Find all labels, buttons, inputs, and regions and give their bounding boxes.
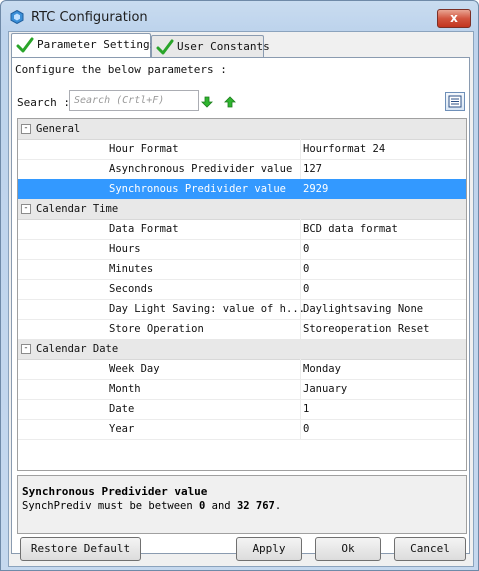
cancel-button[interactable]: Cancel <box>394 537 466 561</box>
group-name: Calendar Date <box>36 343 119 355</box>
property-value[interactable]: 1 <box>303 399 309 419</box>
parameter-settings-panel: Configure the below parameters : Search … <box>11 57 470 554</box>
property-row[interactable]: Hour Format Hourformat 24 <box>18 139 466 160</box>
property-row[interactable]: Store Operation Storeoperation Reset <box>18 319 466 340</box>
property-row[interactable]: Asynchronous Predivider value 127 <box>18 159 466 180</box>
group-name: Calendar Time <box>36 203 119 215</box>
rtc-configuration-window: RTC Configuration x Parameter Settings U… <box>0 0 479 571</box>
apply-button[interactable]: Apply <box>236 537 302 561</box>
property-value[interactable]: 127 <box>303 159 322 179</box>
property-row[interactable]: Date 1 <box>18 399 466 420</box>
collapse-icon[interactable]: - <box>21 124 31 134</box>
ok-button[interactable]: Ok <box>315 537 381 561</box>
property-value[interactable]: BCD data format <box>303 219 398 239</box>
property-value[interactable]: 0 <box>303 279 309 299</box>
title-bar[interactable]: RTC Configuration x <box>1 1 478 33</box>
group-header-calendar-time[interactable]: - Calendar Time <box>18 199 466 220</box>
property-value[interactable]: 2929 <box>303 179 328 199</box>
help-description-box: Synchronous Predivider value SynchPrediv… <box>17 475 467 534</box>
property-row[interactable]: Hours 0 <box>18 239 466 260</box>
help-max-value: 32 767 <box>236 500 275 512</box>
green-up-arrow-icon[interactable] <box>224 96 236 108</box>
list-view-icon <box>448 95 462 108</box>
app-icon <box>10 10 24 24</box>
property-name: Day Light Saving: value of h... <box>109 303 305 315</box>
property-row-selected[interactable]: Synchronous Predivider value 2929 <box>18 179 466 200</box>
tab-label: User Constants <box>177 40 270 53</box>
property-value[interactable]: 0 <box>303 259 309 279</box>
property-grid: - General Hour Format Hourformat 24 Asyn… <box>17 118 467 471</box>
group-header-general[interactable]: - General <box>18 119 466 140</box>
close-button[interactable]: x <box>437 9 471 28</box>
property-value[interactable]: Daylightsaving None <box>303 299 423 319</box>
list-view-button[interactable] <box>445 92 465 111</box>
help-title: Synchronous Predivider value <box>22 485 208 498</box>
property-row[interactable]: Data Format BCD data format <box>18 219 466 240</box>
collapse-icon[interactable]: - <box>21 204 31 214</box>
help-text: SynchPrediv must be between 0 and 32 767… <box>22 500 282 512</box>
panel-description: Configure the below parameters : <box>15 63 227 76</box>
green-down-arrow-icon[interactable] <box>201 96 213 108</box>
property-value[interactable]: January <box>303 379 347 399</box>
property-row[interactable]: Day Light Saving: value of h... Daylight… <box>18 299 466 320</box>
group-name: General <box>36 123 81 135</box>
green-check-icon <box>16 37 34 53</box>
property-value[interactable]: Monday <box>303 359 341 379</box>
property-name: Data Format <box>109 223 179 235</box>
property-value[interactable]: Hourformat 24 <box>303 139 385 159</box>
property-name: Hours <box>109 243 141 255</box>
property-name: Seconds <box>109 283 154 295</box>
tab-label: Parameter Settings <box>37 38 157 51</box>
search-label: Search : <box>17 96 70 109</box>
property-name: Year <box>109 423 135 435</box>
property-row[interactable]: Year 0 <box>18 419 466 440</box>
property-row[interactable]: Seconds 0 <box>18 279 466 300</box>
property-name: Date <box>109 403 135 415</box>
collapse-icon[interactable]: - <box>21 344 31 354</box>
property-row[interactable]: Month January <box>18 379 466 400</box>
restore-default-button[interactable]: Restore Default <box>20 537 141 561</box>
tab-parameter-settings[interactable]: Parameter Settings <box>11 33 156 58</box>
tab-user-constants[interactable]: User Constants <box>151 35 270 58</box>
property-name: Minutes <box>109 263 154 275</box>
green-check-icon <box>156 39 174 55</box>
property-row[interactable]: Minutes 0 <box>18 259 466 280</box>
window-title: RTC Configuration <box>31 10 148 25</box>
property-name: Hour Format <box>109 143 179 155</box>
property-name: Week Day <box>109 363 160 375</box>
dialog-client-area: Parameter Settings User Constants Config… <box>8 31 474 567</box>
property-name: Month <box>109 383 141 395</box>
property-value[interactable]: 0 <box>303 419 309 439</box>
property-row[interactable]: Week Day Monday <box>18 359 466 380</box>
property-name: Asynchronous Predivider value <box>109 163 293 175</box>
search-input[interactable] <box>69 90 199 111</box>
property-name: Synchronous Predivider value <box>109 183 287 195</box>
property-value[interactable]: Storeoperation Reset <box>303 319 429 339</box>
property-name: Store Operation <box>109 323 204 335</box>
close-icon: x <box>450 11 458 25</box>
group-header-calendar-date[interactable]: - Calendar Date <box>18 339 466 360</box>
property-value[interactable]: 0 <box>303 239 309 259</box>
